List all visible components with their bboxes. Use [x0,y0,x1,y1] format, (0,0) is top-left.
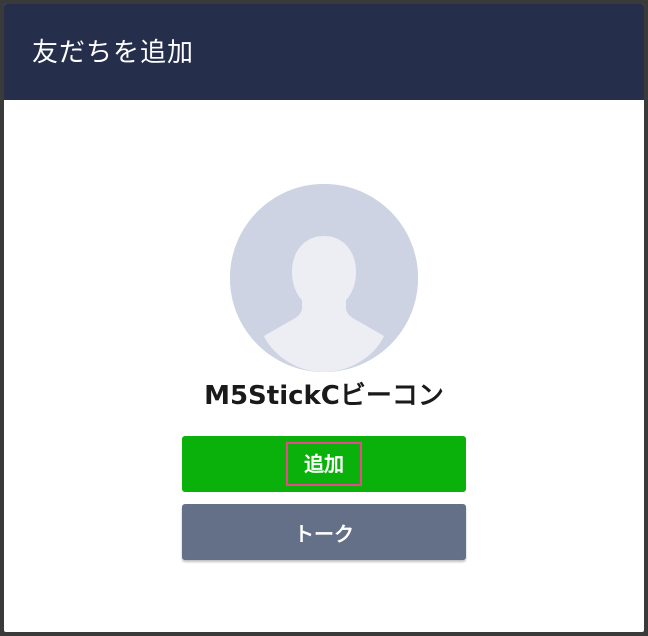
header-bar: 友だちを追加 [4,4,644,100]
dialog-window: 友だちを追加 M5StickCビーコン 追加 トーク [0,0,648,636]
add-button-label: 追加 [286,442,362,486]
avatar [230,184,418,372]
page-title: 友だちを追加 [32,38,195,68]
add-friend-button[interactable]: 追加 [182,436,466,492]
talk-button-label: トーク [294,521,354,546]
profile-name: M5StickCビーコン [204,381,444,411]
talk-button[interactable]: トーク [182,504,466,560]
person-silhouette-icon [230,184,418,372]
